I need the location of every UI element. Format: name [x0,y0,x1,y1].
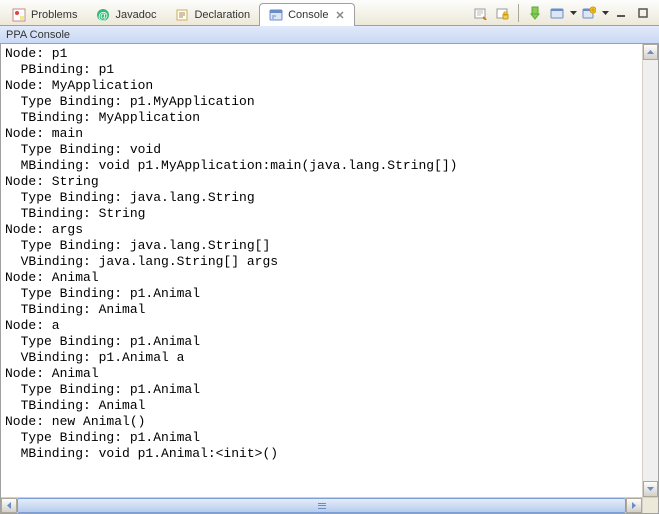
console-output[interactable]: Node: p1 PBinding: p1 Node: MyApplicatio… [1,44,658,513]
toolbar-buttons [470,3,657,23]
console-icon [268,7,284,23]
tab-label: Javadoc [115,9,156,21]
horizontal-scroll-track[interactable] [17,498,626,513]
view-toolbar: Problems @ Javadoc Declaration Console [0,0,659,26]
scrollbar-corner [642,497,658,513]
vertical-scroll-track[interactable] [643,60,658,481]
maximize-button[interactable] [633,3,653,23]
scroll-right-button[interactable] [626,498,642,513]
tab-label: Problems [31,9,77,21]
javadoc-icon: @ [95,7,111,23]
scroll-up-button[interactable] [643,44,658,60]
scroll-left-button[interactable] [1,498,17,513]
display-console-button[interactable] [547,3,567,23]
svg-text:@: @ [99,11,109,22]
open-console-button[interactable] [579,3,599,23]
console-subheader: PPA Console [0,26,659,44]
scroll-lock-button[interactable] [492,3,512,23]
tab-console[interactable]: Console [259,3,355,26]
clear-console-button[interactable] [470,3,490,23]
tab-problems[interactable]: Problems [2,3,86,25]
tab-label: Console [288,9,328,21]
tab-label: Declaration [194,9,250,21]
scroll-down-button[interactable] [643,481,658,497]
scroll-grip-icon [318,503,326,509]
open-console-dropdown[interactable] [601,11,609,15]
toolbar-separator [518,4,519,22]
view-tabs: Problems @ Javadoc Declaration Console [2,0,355,25]
console-content-wrapper: Node: p1 PBinding: p1 Node: MyApplicatio… [0,44,659,514]
declaration-icon [174,7,190,23]
console-title: PPA Console [6,29,70,41]
vertical-scrollbar[interactable] [642,44,658,497]
minimize-button[interactable] [611,3,631,23]
problems-icon [11,7,27,23]
pin-console-button[interactable] [525,3,545,23]
close-icon[interactable] [334,9,346,21]
tab-declaration[interactable]: Declaration [165,3,259,25]
horizontal-scrollbar[interactable] [1,497,642,513]
tab-javadoc[interactable]: @ Javadoc [86,3,165,25]
horizontal-scroll-thumb[interactable] [17,498,626,513]
display-console-dropdown[interactable] [569,11,577,15]
